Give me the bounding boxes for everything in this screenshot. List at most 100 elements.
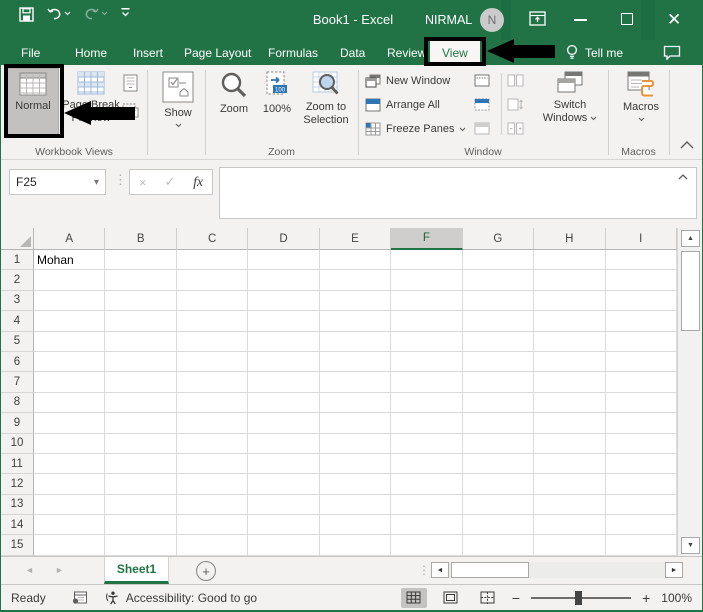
cell-H10[interactable] — [534, 433, 606, 454]
cell-D4[interactable] — [248, 311, 320, 332]
row-header-4[interactable]: 4 — [1, 311, 34, 332]
cell-F9[interactable] — [391, 413, 463, 434]
zoom-slider[interactable] — [531, 590, 632, 605]
cell-C1[interactable] — [176, 250, 249, 271]
column-header-D[interactable]: D — [248, 228, 320, 250]
cell-C6[interactable] — [176, 351, 249, 373]
vertical-scrollbar[interactable]: ▲ ▼ — [677, 228, 702, 556]
cell-B11[interactable] — [105, 453, 177, 475]
cell-F15[interactable] — [391, 535, 463, 556]
undo-button[interactable] — [47, 7, 71, 20]
cell-A13[interactable] — [34, 494, 106, 516]
column-header-I[interactable]: I — [605, 228, 677, 250]
tab-data[interactable]: Data — [338, 40, 367, 65]
synchronous-scrolling-button[interactable] — [507, 97, 524, 112]
cell-B4[interactable] — [105, 311, 177, 332]
cell-A15[interactable] — [34, 535, 106, 556]
cell-H6[interactable] — [534, 351, 606, 373]
cell-E13[interactable] — [319, 494, 392, 516]
cell-D2[interactable] — [248, 270, 320, 291]
cell-I11[interactable] — [605, 453, 677, 475]
cell-G12[interactable] — [462, 474, 535, 495]
comments-button[interactable] — [663, 45, 681, 61]
cell-F14[interactable] — [391, 515, 463, 536]
page-layout-view-button[interactable] — [122, 74, 139, 91]
close-button[interactable]: ✕ — [667, 8, 681, 32]
cell-B3[interactable] — [105, 290, 177, 312]
cell-G13[interactable] — [462, 494, 535, 516]
row-header-15[interactable]: 15 — [1, 535, 34, 556]
cell-C13[interactable] — [176, 494, 249, 516]
cell-G14[interactable] — [462, 515, 535, 536]
cell-H9[interactable] — [534, 413, 606, 434]
cell-G2[interactable] — [462, 270, 535, 291]
column-header-F[interactable]: F — [391, 228, 463, 250]
cell-D3[interactable] — [248, 290, 320, 312]
column-header-B[interactable]: B — [105, 228, 177, 250]
cell-I6[interactable] — [605, 351, 677, 373]
cell-H11[interactable] — [534, 453, 606, 475]
view-side-by-side-button[interactable] — [507, 73, 524, 88]
cell-A9[interactable] — [34, 413, 106, 434]
page-break-preview-button[interactable]: Page Break Preview — [61, 68, 121, 136]
tab-home[interactable]: Home — [73, 40, 109, 65]
cell-E1[interactable] — [319, 250, 392, 271]
zoom-percent[interactable]: 100% — [661, 591, 692, 605]
cell-G9[interactable] — [462, 413, 535, 434]
macro-record-icon[interactable] — [72, 591, 87, 604]
custom-views-button[interactable] — [122, 103, 139, 118]
ribbon-display-options-button[interactable] — [529, 11, 546, 26]
cell-A8[interactable] — [34, 392, 106, 414]
cell-F4[interactable] — [391, 311, 463, 332]
normal-view-button[interactable]: Normal — [7, 68, 59, 136]
cell-G8[interactable] — [462, 392, 535, 414]
cell-C10[interactable] — [176, 433, 249, 454]
cell-B15[interactable] — [105, 535, 177, 556]
cell-C4[interactable] — [176, 311, 249, 332]
cell-D12[interactable] — [248, 474, 320, 495]
cell-A4[interactable] — [34, 311, 106, 332]
tab-view[interactable]: View — [430, 40, 480, 65]
cell-H1[interactable] — [534, 250, 606, 271]
cell-F11[interactable] — [391, 453, 463, 475]
customize-quick-access-button[interactable] — [121, 7, 130, 17]
cell-C15[interactable] — [176, 535, 249, 556]
cell-D6[interactable] — [248, 351, 320, 373]
row-header-9[interactable]: 9 — [1, 413, 34, 434]
tab-insert[interactable]: Insert — [131, 40, 165, 65]
cell-G4[interactable] — [462, 311, 535, 332]
cell-D1[interactable] — [248, 250, 320, 271]
scroll-left-button[interactable]: ◄ — [431, 562, 449, 578]
cell-G11[interactable] — [462, 453, 535, 475]
cell-A12[interactable] — [34, 474, 106, 495]
cell-G7[interactable] — [462, 372, 535, 393]
cell-D15[interactable] — [248, 535, 320, 556]
cell-G15[interactable] — [462, 535, 535, 556]
new-sheet-button[interactable]: + — [196, 561, 216, 581]
cell-H13[interactable] — [534, 494, 606, 516]
minimize-button[interactable] — [574, 19, 587, 21]
cell-B10[interactable] — [105, 433, 177, 454]
switch-windows-button[interactable]: Switch Windows — [535, 68, 605, 125]
formula-input[interactable] — [219, 167, 697, 219]
cell-E2[interactable] — [319, 270, 392, 291]
cell-G6[interactable] — [462, 351, 535, 373]
horizontal-scrollbar-thumb[interactable] — [451, 562, 529, 578]
cell-F2[interactable] — [391, 270, 463, 291]
cell-E9[interactable] — [319, 413, 392, 434]
cell-A14[interactable] — [34, 515, 106, 536]
zoom-in-button[interactable]: + — [642, 590, 650, 606]
cell-D5[interactable] — [248, 331, 320, 352]
tab-formulas[interactable]: Formulas — [266, 40, 320, 65]
cell-F10[interactable] — [391, 433, 463, 454]
zoom-out-button[interactable]: − — [512, 590, 520, 606]
zoom-button[interactable]: Zoom — [210, 68, 258, 116]
cell-I15[interactable] — [605, 535, 677, 556]
cell-C8[interactable] — [176, 392, 249, 414]
row-header-13[interactable]: 13 — [1, 494, 34, 516]
cell-F8[interactable] — [391, 392, 463, 414]
cell-I10[interactable] — [605, 433, 677, 454]
scroll-up-button[interactable]: ▲ — [681, 230, 700, 247]
previous-sheet-button[interactable]: ◄ — [25, 565, 34, 575]
cell-D11[interactable] — [248, 453, 320, 475]
